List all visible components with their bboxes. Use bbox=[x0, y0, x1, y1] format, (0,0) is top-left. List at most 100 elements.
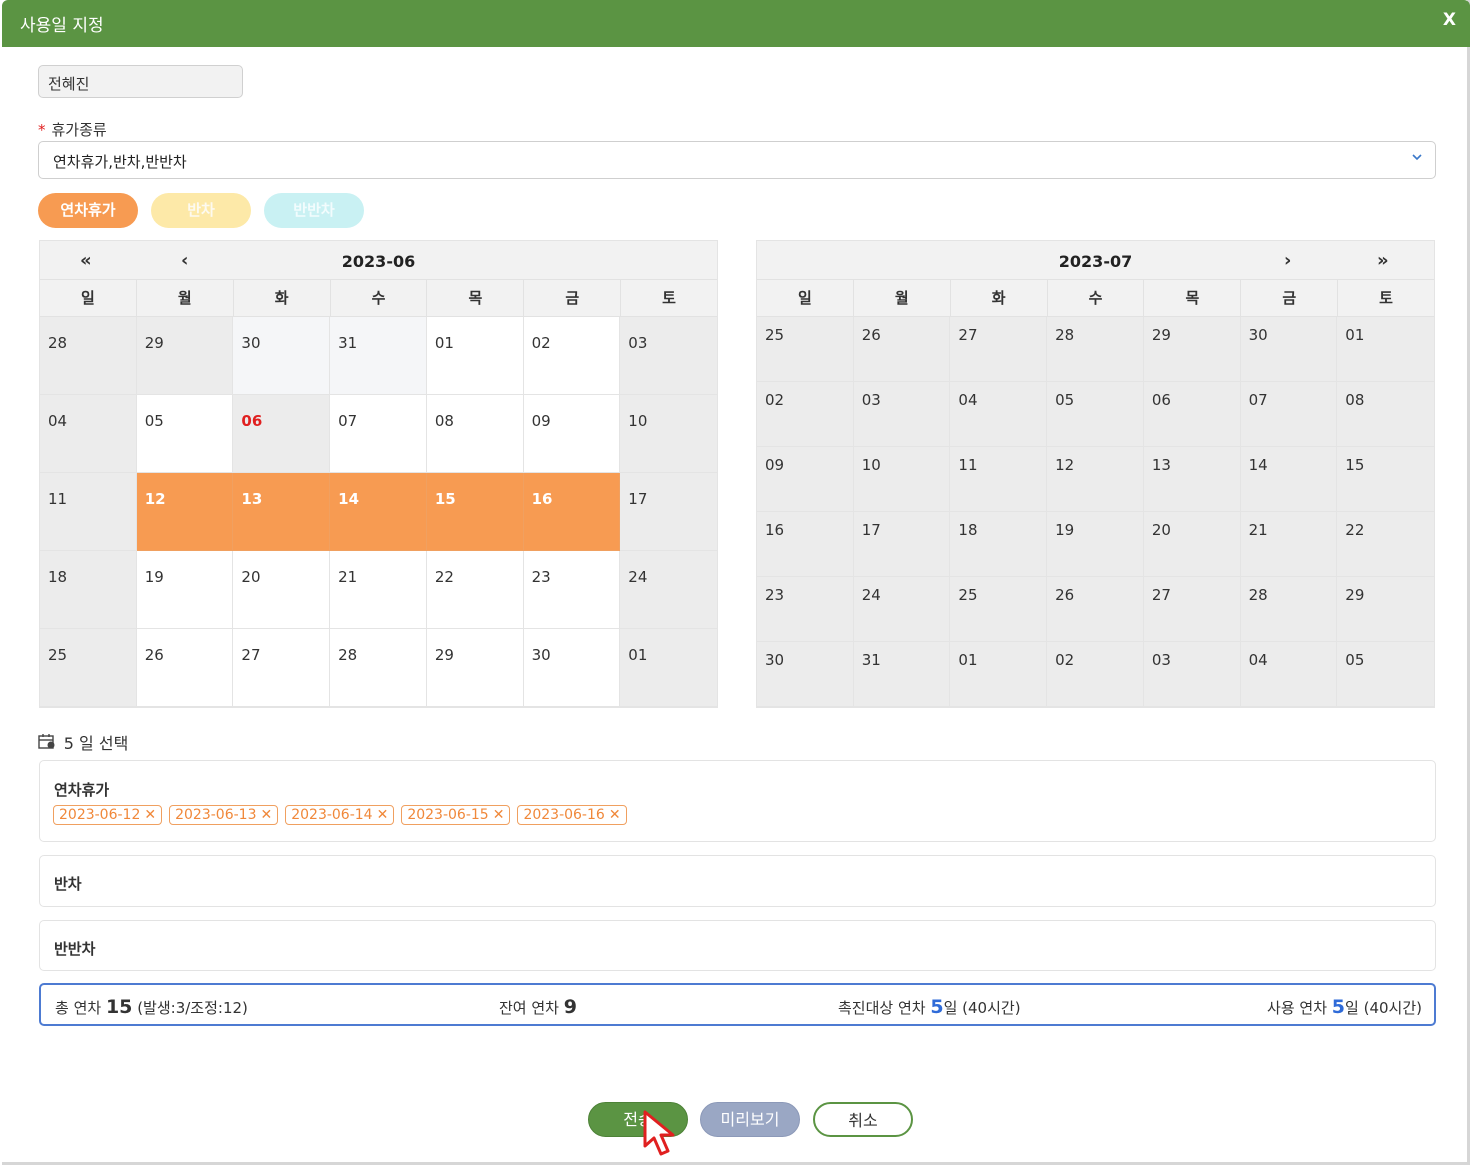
day-cell[interactable]: 30 bbox=[233, 317, 331, 395]
day-cell[interactable]: 03 bbox=[853, 382, 951, 447]
day-cell[interactable]: 10 bbox=[620, 395, 717, 473]
day-cell[interactable]: 16 bbox=[757, 512, 854, 577]
day-cell[interactable]: 27 bbox=[950, 317, 1048, 382]
day-cell[interactable]: 17 bbox=[853, 512, 951, 577]
day-cell[interactable]: 04 bbox=[950, 382, 1048, 447]
chevron-down-icon[interactable] bbox=[1411, 151, 1423, 167]
remove-icon[interactable]: ✕ bbox=[609, 807, 621, 823]
day-cell[interactable]: 10 bbox=[853, 447, 951, 512]
day-cell[interactable]: 29 bbox=[136, 317, 234, 395]
day-cell[interactable]: 15 bbox=[1337, 447, 1434, 512]
day-cell[interactable]: 01 bbox=[426, 317, 524, 395]
day-cell[interactable]: 29 bbox=[426, 629, 524, 707]
day-cell[interactable]: 22 bbox=[1337, 512, 1434, 577]
pill-quarter-day[interactable]: 반반차 bbox=[264, 193, 364, 228]
day-cell[interactable]: 23 bbox=[523, 551, 621, 629]
day-cell[interactable]: 13 bbox=[1143, 447, 1241, 512]
day-cell[interactable]: 26 bbox=[1047, 577, 1144, 642]
day-cell[interactable]: 20 bbox=[233, 551, 331, 629]
date-tag[interactable]: 2023-06-13 ✕ bbox=[169, 805, 279, 825]
day-cell[interactable]: 28 bbox=[1047, 317, 1144, 382]
day-cell[interactable]: 05 bbox=[1337, 642, 1434, 707]
day-cell[interactable]: 26 bbox=[136, 629, 234, 707]
date-tag[interactable]: 2023-06-14 ✕ bbox=[285, 805, 395, 825]
day-cell[interactable]: 31 bbox=[330, 317, 427, 395]
date-tag[interactable]: 2023-06-15 ✕ bbox=[401, 805, 511, 825]
day-cell-selected[interactable]: 13 bbox=[233, 473, 331, 551]
day-cell[interactable]: 11 bbox=[950, 447, 1048, 512]
remaining-leave-label: 잔여 연차 bbox=[499, 999, 559, 1017]
day-cell[interactable]: 19 bbox=[1047, 512, 1144, 577]
pill-annual-leave[interactable]: 연차휴가 bbox=[38, 193, 138, 228]
day-cell[interactable]: 03 bbox=[620, 317, 717, 395]
day-cell[interactable]: 29 bbox=[1143, 317, 1241, 382]
day-cell[interactable]: 29 bbox=[1337, 577, 1434, 642]
day-cell[interactable]: 25 bbox=[757, 317, 854, 382]
day-cell[interactable]: 06 bbox=[1143, 382, 1241, 447]
day-cell[interactable]: 19 bbox=[136, 551, 234, 629]
day-cell-selected[interactable]: 12 bbox=[136, 473, 234, 551]
day-cell-selected[interactable]: 15 bbox=[426, 473, 524, 551]
day-cell[interactable]: 08 bbox=[1337, 382, 1434, 447]
day-cell[interactable]: 03 bbox=[1143, 642, 1241, 707]
day-cell[interactable]: 30 bbox=[1240, 317, 1338, 382]
day-cell[interactable]: 17 bbox=[620, 473, 717, 551]
day-cell[interactable]: 22 bbox=[426, 551, 524, 629]
day-cell[interactable]: 02 bbox=[1047, 642, 1144, 707]
day-cell[interactable]: 30 bbox=[523, 629, 621, 707]
date-tag-label: 2023-06-16 bbox=[523, 807, 605, 823]
date-tag[interactable]: 2023-06-16 ✕ bbox=[517, 805, 627, 825]
cancel-button[interactable]: 취소 bbox=[813, 1102, 913, 1137]
date-tag[interactable]: 2023-06-12 ✕ bbox=[53, 805, 163, 825]
promotion-leave-suffix: 일 (40시간) bbox=[943, 999, 1021, 1017]
day-cell-selected[interactable]: 16 bbox=[523, 473, 621, 551]
day-cell[interactable]: 12 bbox=[1047, 447, 1144, 512]
day-cell[interactable]: 25 bbox=[40, 629, 137, 707]
day-cell[interactable]: 09 bbox=[757, 447, 854, 512]
day-cell[interactable]: 02 bbox=[523, 317, 621, 395]
day-cell[interactable]: 01 bbox=[1337, 317, 1434, 382]
day-cell[interactable]: 30 bbox=[757, 642, 854, 707]
remove-icon[interactable]: ✕ bbox=[377, 807, 389, 823]
day-cell[interactable]: 31 bbox=[853, 642, 951, 707]
day-cell[interactable]: 28 bbox=[1240, 577, 1338, 642]
day-cell[interactable]: 28 bbox=[40, 317, 137, 395]
day-cell[interactable]: 08 bbox=[426, 395, 524, 473]
day-cell[interactable]: 05 bbox=[136, 395, 234, 473]
day-cell[interactable]: 07 bbox=[330, 395, 427, 473]
day-cell[interactable]: 21 bbox=[1240, 512, 1338, 577]
day-cell-selected[interactable]: 14 bbox=[330, 473, 427, 551]
remove-icon[interactable]: ✕ bbox=[144, 807, 156, 823]
day-cell[interactable]: 05 bbox=[1047, 382, 1144, 447]
preview-button[interactable]: 미리보기 bbox=[700, 1102, 800, 1137]
day-cell[interactable]: 14 bbox=[1240, 447, 1338, 512]
day-cell[interactable]: 28 bbox=[330, 629, 427, 707]
day-cell[interactable]: 04 bbox=[40, 395, 137, 473]
day-cell[interactable]: 18 bbox=[950, 512, 1048, 577]
day-cell[interactable]: 11 bbox=[40, 473, 137, 551]
close-icon[interactable]: X bbox=[1443, 10, 1456, 30]
day-cell-holiday[interactable]: 06 bbox=[233, 395, 331, 473]
day-cell[interactable]: 27 bbox=[1143, 577, 1241, 642]
day-cell[interactable]: 24 bbox=[853, 577, 951, 642]
day-cell[interactable]: 01 bbox=[620, 629, 717, 707]
day-cell[interactable]: 07 bbox=[1240, 382, 1338, 447]
day-cell[interactable]: 02 bbox=[757, 382, 854, 447]
day-cell[interactable]: 25 bbox=[950, 577, 1048, 642]
remove-icon[interactable]: ✕ bbox=[260, 807, 272, 823]
leave-type-select[interactable]: 연차휴가,반차,반반차 bbox=[38, 141, 1436, 179]
day-cell[interactable]: 21 bbox=[330, 551, 427, 629]
day-cell[interactable]: 23 bbox=[757, 577, 854, 642]
next-year-icon[interactable]: » bbox=[1377, 250, 1389, 271]
next-month-icon[interactable]: › bbox=[1284, 250, 1291, 271]
day-cell[interactable]: 18 bbox=[40, 551, 137, 629]
day-cell[interactable]: 09 bbox=[523, 395, 621, 473]
day-cell[interactable]: 20 bbox=[1143, 512, 1241, 577]
day-cell[interactable]: 27 bbox=[233, 629, 331, 707]
day-cell[interactable]: 04 bbox=[1240, 642, 1338, 707]
day-cell[interactable]: 26 bbox=[853, 317, 951, 382]
day-cell[interactable]: 01 bbox=[950, 642, 1048, 707]
day-cell[interactable]: 24 bbox=[620, 551, 717, 629]
pill-half-day[interactable]: 반차 bbox=[151, 193, 251, 228]
remove-icon[interactable]: ✕ bbox=[493, 807, 505, 823]
